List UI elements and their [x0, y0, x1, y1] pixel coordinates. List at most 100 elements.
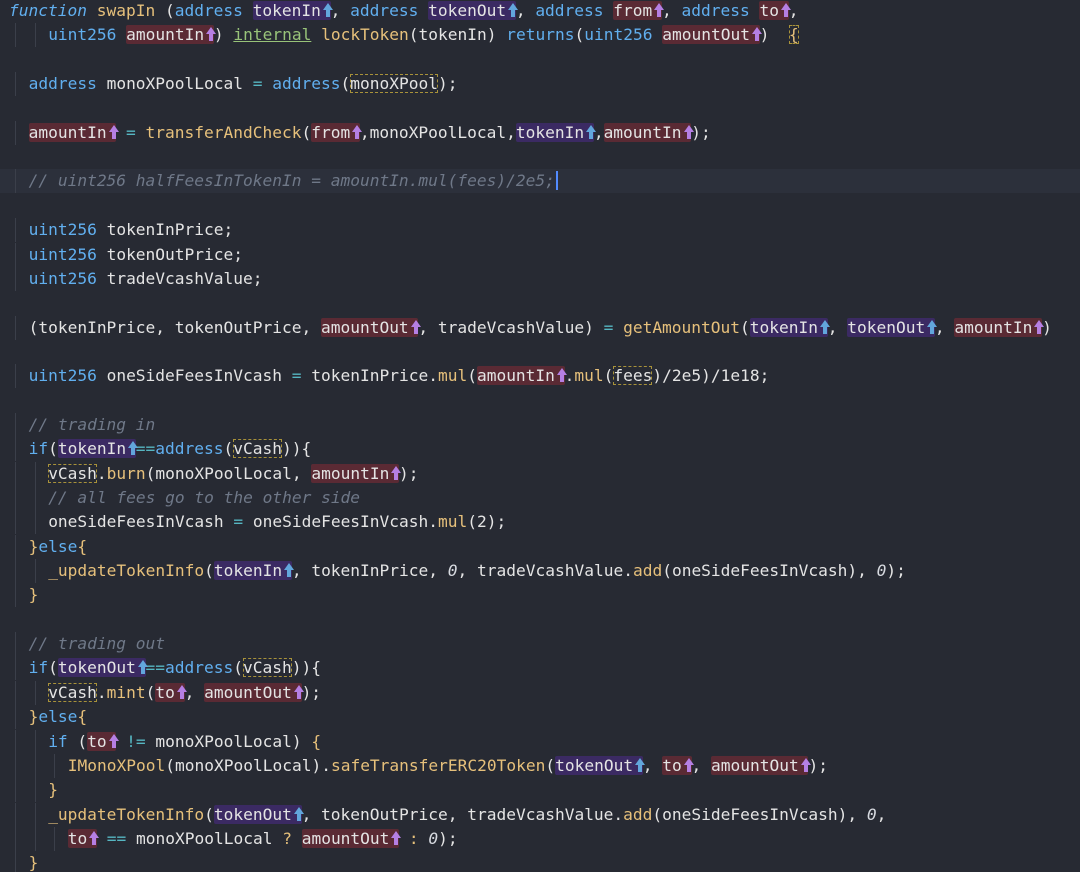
code-token: oneSideFeesInVcash	[96, 366, 292, 386]
param-token: tokenIn	[749, 317, 830, 337]
code-token: 0	[447, 561, 458, 581]
indent-guide	[34, 729, 36, 754]
code-content: if (to != monoXPoolLocal) {	[48, 730, 321, 754]
code-token: );	[301, 682, 322, 702]
code-token: }	[48, 780, 58, 800]
code-content: // all fees go to the other side	[48, 486, 360, 510]
code-token: ,	[876, 804, 887, 824]
arrow-up-icon	[555, 368, 567, 383]
code-token: uint256	[584, 25, 653, 45]
code-content: uint256 oneSideFeesInVcash = tokenInPric…	[29, 364, 769, 388]
code-comment: // trading in	[28, 414, 156, 434]
code-token: {	[311, 731, 322, 751]
indent-guide	[34, 23, 36, 48]
code-token: , tokenInPrice,	[291, 561, 448, 581]
code-token: (	[603, 366, 614, 386]
code-token: );	[691, 122, 711, 142]
code-token: 0	[866, 804, 877, 824]
code-token: uint256	[28, 220, 97, 240]
code-token: (	[574, 25, 585, 45]
code-token: if	[28, 439, 49, 459]
code-content: }	[48, 778, 58, 802]
code-token: mul	[574, 366, 604, 386]
code-token: 0	[876, 561, 887, 581]
code-token: .	[96, 682, 107, 702]
code-content: _updateTokenInfo(tokenOut, tokenOutPrice…	[48, 803, 886, 827]
indent-guide	[15, 802, 16, 827]
code-line[interactable]: // uint256 halfFeesInTokenIn = amountIn.…	[0, 169, 1080, 194]
code-token: (	[340, 74, 351, 94]
code-token: address	[174, 1, 243, 20]
code-content: }	[29, 583, 39, 607]
indent-guide	[15, 851, 16, 872]
code-token: ,monoXPoolLocal,	[359, 122, 516, 142]
code-token: oneSideFeesInVcash	[48, 512, 234, 532]
code-token: address	[681, 1, 750, 20]
indent-guide	[15, 656, 16, 681]
arrow-up-icon	[136, 660, 148, 675]
arrow-up-icon	[779, 3, 791, 17]
arrow-up-icon	[282, 563, 294, 578]
param-token: amountOut	[204, 682, 304, 702]
arrow-up-icon	[321, 3, 333, 17]
code-token: );	[438, 828, 458, 848]
code-token: (	[223, 439, 234, 459]
code-token: ==	[135, 439, 156, 459]
code-token: );	[399, 463, 419, 483]
code-token: , tokenOutPrice, tradeVcashValue.	[301, 804, 624, 824]
code-token: address	[350, 1, 419, 20]
indent-guide	[34, 510, 36, 535]
arrow-up-icon	[409, 319, 421, 334]
code-token: }	[28, 853, 39, 872]
indent-guide	[15, 559, 16, 584]
code-token: monoXPoolLocal	[126, 828, 283, 848]
code-token: vCash	[48, 682, 97, 702]
arrow-up-icon	[204, 27, 216, 42]
arrow-up-icon	[818, 319, 830, 334]
code-token: safeTransferERC20Token	[330, 755, 546, 775]
param-token: amountOut	[301, 828, 402, 848]
code-token: (oneSideFeesInVcash),	[652, 804, 867, 824]
code-token: (	[467, 366, 477, 386]
code-token: mint	[106, 682, 146, 702]
indent-guide	[15, 412, 16, 437]
code-token: uint256	[28, 244, 97, 264]
code-token: {	[788, 25, 799, 45]
arrow-up-icon	[107, 733, 119, 748]
code-token: ?	[282, 828, 292, 848]
indent-guide	[54, 826, 56, 851]
code-content: (tokenInPrice, tokenOutPrice, amountOut,…	[29, 316, 1052, 340]
code-token: mul	[438, 512, 468, 532]
indent-guide	[34, 486, 36, 510]
arrow-up-icon	[389, 830, 402, 845]
indent-guide	[15, 632, 16, 657]
code-token: , tradeVcashValue.	[457, 561, 633, 581]
indent-guide	[34, 680, 36, 705]
code-comment: // trading out	[28, 634, 166, 654]
code-token: (2);	[467, 512, 507, 532]
code-token: address	[165, 658, 234, 678]
code-token: (monoXPoolLocal).	[165, 755, 331, 775]
code-token: (	[67, 731, 88, 751]
code-token: if	[48, 731, 68, 751]
param-token: amountIn	[476, 366, 567, 386]
param-token: to	[662, 755, 694, 775]
param-token: amountOut	[662, 25, 762, 45]
code-token: }	[28, 585, 39, 605]
code-token: swapIn	[96, 1, 156, 20]
code-token: (	[233, 658, 244, 678]
arrow-up-icon	[750, 27, 762, 42]
code-content: vCash.mint(to, amountOut);	[48, 681, 321, 705]
code-editor[interactable]: function swapIn (address tokenIn, addres…	[0, 0, 1080, 872]
param-token: to	[87, 731, 119, 751]
indent-guide	[15, 364, 16, 389]
code-token: )){	[282, 439, 312, 459]
code-content: uint256 amountIn) internal lockToken(tok…	[48, 23, 799, 47]
param-token: tokenIn	[57, 439, 138, 459]
param-token: tokenIn	[252, 1, 333, 20]
code-token: vCash	[233, 439, 283, 459]
code-token: (monoXPoolLocal,	[145, 463, 312, 483]
